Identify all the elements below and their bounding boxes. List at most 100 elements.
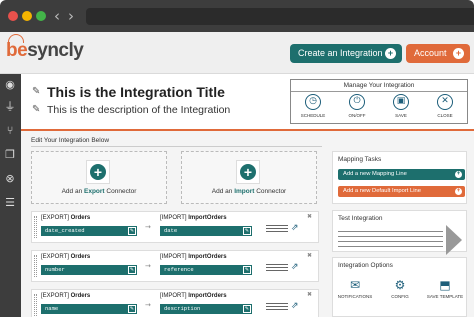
- drag-handle[interactable]: [34, 216, 37, 238]
- add-import-connector[interactable]: + Add an Import Connector: [181, 151, 317, 204]
- edit-section-label: Edit Your Integration Below: [31, 137, 110, 144]
- manage-integration-box: Manage Your Integration ◷ SCHEDULE ⏻ ON/…: [290, 79, 468, 124]
- export-label: [EXPORT] Orders: [41, 254, 91, 260]
- add-export-connector[interactable]: + Add an Export Connector: [31, 151, 167, 204]
- drag-handle[interactable]: [34, 255, 37, 277]
- plug-icon[interactable]: ⏚: [3, 100, 17, 114]
- close-icon: ✕: [437, 94, 453, 110]
- external-link-icon[interactable]: ⇗: [291, 223, 299, 233]
- close-button[interactable]: ✕ CLOSE: [423, 94, 467, 118]
- import-label: [IMPORT] ImportOrders: [160, 293, 227, 299]
- integration-options-panel: Integration Options ✉ NOTIFICATIONS ⚙ CO…: [332, 257, 467, 317]
- export-field[interactable]: name ✎: [41, 304, 137, 314]
- edit-icon[interactable]: ✎: [243, 227, 251, 235]
- menu-lines-icon[interactable]: [266, 264, 288, 273]
- create-integration-button[interactable]: Create an Integration +: [290, 44, 402, 63]
- edit-title-icon[interactable]: ✎: [32, 86, 40, 97]
- edit-icon[interactable]: ✎: [128, 266, 136, 274]
- import-label: [IMPORT] ImportOrders: [160, 215, 227, 221]
- browser-chrome: ‹ ›: [0, 0, 474, 32]
- save-template-button[interactable]: ⬒ SAVE TEMPLATE: [425, 278, 465, 299]
- power-icon: ⏻: [349, 94, 365, 110]
- external-link-icon[interactable]: ⇗: [291, 262, 299, 272]
- account-button[interactable]: Account +: [406, 44, 470, 63]
- account-label: Account: [414, 48, 447, 58]
- add-import-label: Add an Import Connector: [211, 188, 287, 195]
- mapping-tasks-panel: Mapping Tasks Add a new Mapping Line + Ad…: [332, 151, 467, 204]
- edit-icon[interactable]: ✎: [128, 305, 136, 313]
- list-icon[interactable]: ☰: [3, 196, 17, 210]
- play-icon[interactable]: [446, 225, 462, 255]
- config-button[interactable]: ⚙ CONFIG: [380, 278, 420, 299]
- address-bar[interactable]: [86, 8, 474, 25]
- envelope-icon: ✉: [349, 278, 361, 292]
- notifications-button[interactable]: ✉ NOTIFICATIONS: [335, 278, 375, 299]
- branch-icon[interactable]: ⑂: [3, 124, 17, 138]
- integration-options-title: Integration Options: [338, 262, 393, 269]
- external-link-icon[interactable]: ⇗: [291, 301, 299, 311]
- test-integration-title: Test Integration: [338, 215, 383, 222]
- forward-arrow-icon[interactable]: ›: [68, 7, 74, 25]
- save-button[interactable]: ▣ SAVE: [379, 94, 423, 118]
- on-off-button[interactable]: ⏻ ON/OFF: [335, 94, 379, 118]
- menu-lines-icon[interactable]: [266, 303, 288, 312]
- arrow-right-icon: →: [145, 262, 151, 270]
- plus-icon: +: [90, 164, 106, 180]
- mapping-row: [EXPORT] Orders date_created ✎ → [IMPORT]…: [31, 211, 319, 243]
- drag-handle[interactable]: [34, 294, 37, 316]
- close-window-dot[interactable]: [8, 11, 18, 21]
- add-export-button[interactable]: +: [86, 160, 110, 184]
- plus-icon: +: [453, 48, 464, 59]
- import-label: [IMPORT] ImportOrders: [160, 254, 227, 260]
- add-default-import-line-button[interactable]: Add a new Default Import Line +: [338, 186, 465, 197]
- maximize-window-dot[interactable]: [36, 11, 46, 21]
- integration-description[interactable]: This is the description of the Integrati…: [47, 104, 230, 116]
- add-export-label: Add an Export Connector: [61, 188, 137, 195]
- edit-icon[interactable]: ✎: [243, 266, 251, 274]
- remove-row-icon[interactable]: ✖: [307, 252, 312, 259]
- plus-icon: +: [240, 164, 256, 180]
- edit-icon[interactable]: ✎: [128, 227, 136, 235]
- export-label: [EXPORT] Orders: [41, 215, 91, 221]
- menu-lines-icon[interactable]: [266, 225, 288, 234]
- logo[interactable]: besyncly: [6, 40, 84, 62]
- test-integration-panel: Test Integration: [332, 210, 467, 255]
- back-arrow-icon[interactable]: ‹: [54, 7, 60, 25]
- edit-description-icon[interactable]: ✎: [32, 104, 40, 115]
- integration-title[interactable]: This is the Integration Title: [47, 84, 225, 100]
- mapping-row: [EXPORT] Orders name ✎ → [IMPORT] ImportO…: [31, 289, 319, 317]
- export-field[interactable]: number ✎: [41, 265, 137, 275]
- import-field[interactable]: date ✎: [160, 226, 252, 236]
- remove-row-icon[interactable]: ✖: [307, 291, 312, 298]
- import-field[interactable]: description ✎: [160, 304, 252, 314]
- mapping-row: [EXPORT] Orders number ✎ → [IMPORT] Impor…: [31, 250, 319, 282]
- copy-icon[interactable]: ❐: [3, 148, 17, 162]
- export-field[interactable]: date_created ✎: [41, 226, 137, 236]
- save-icon: ▣: [393, 94, 409, 110]
- mapping-tasks-title: Mapping Tasks: [338, 156, 382, 163]
- dashboard-icon[interactable]: ◉: [3, 78, 17, 92]
- gear-icon: ⚙: [394, 278, 406, 292]
- arrow-right-icon: →: [145, 223, 151, 231]
- plus-icon: +: [455, 188, 462, 195]
- divider: [31, 146, 322, 147]
- clock-icon: ◷: [305, 94, 321, 110]
- test-output-lines: [338, 231, 443, 251]
- plus-icon: +: [385, 48, 396, 59]
- manage-title: Manage Your Integration: [343, 82, 415, 89]
- add-mapping-line-button[interactable]: Add a new Mapping Line +: [338, 169, 465, 180]
- import-field[interactable]: reference ✎: [160, 265, 252, 275]
- schedule-button[interactable]: ◷ SCHEDULE: [291, 94, 335, 118]
- remove-row-icon[interactable]: ✖: [307, 213, 312, 220]
- help-icon[interactable]: ⊗: [3, 172, 17, 186]
- add-import-button[interactable]: +: [236, 160, 260, 184]
- create-integration-label: Create an Integration: [298, 48, 383, 58]
- app-header: besyncly: [0, 32, 474, 74]
- sidebar: ◉ ⏚ ⑂ ❐ ⊗ ☰: [0, 74, 21, 317]
- save-template-icon: ⬒: [439, 278, 451, 292]
- divider: [291, 91, 467, 92]
- minimize-window-dot[interactable]: [22, 11, 32, 21]
- export-label: [EXPORT] Orders: [41, 293, 91, 299]
- plus-icon: +: [455, 171, 462, 178]
- edit-icon[interactable]: ✎: [243, 305, 251, 313]
